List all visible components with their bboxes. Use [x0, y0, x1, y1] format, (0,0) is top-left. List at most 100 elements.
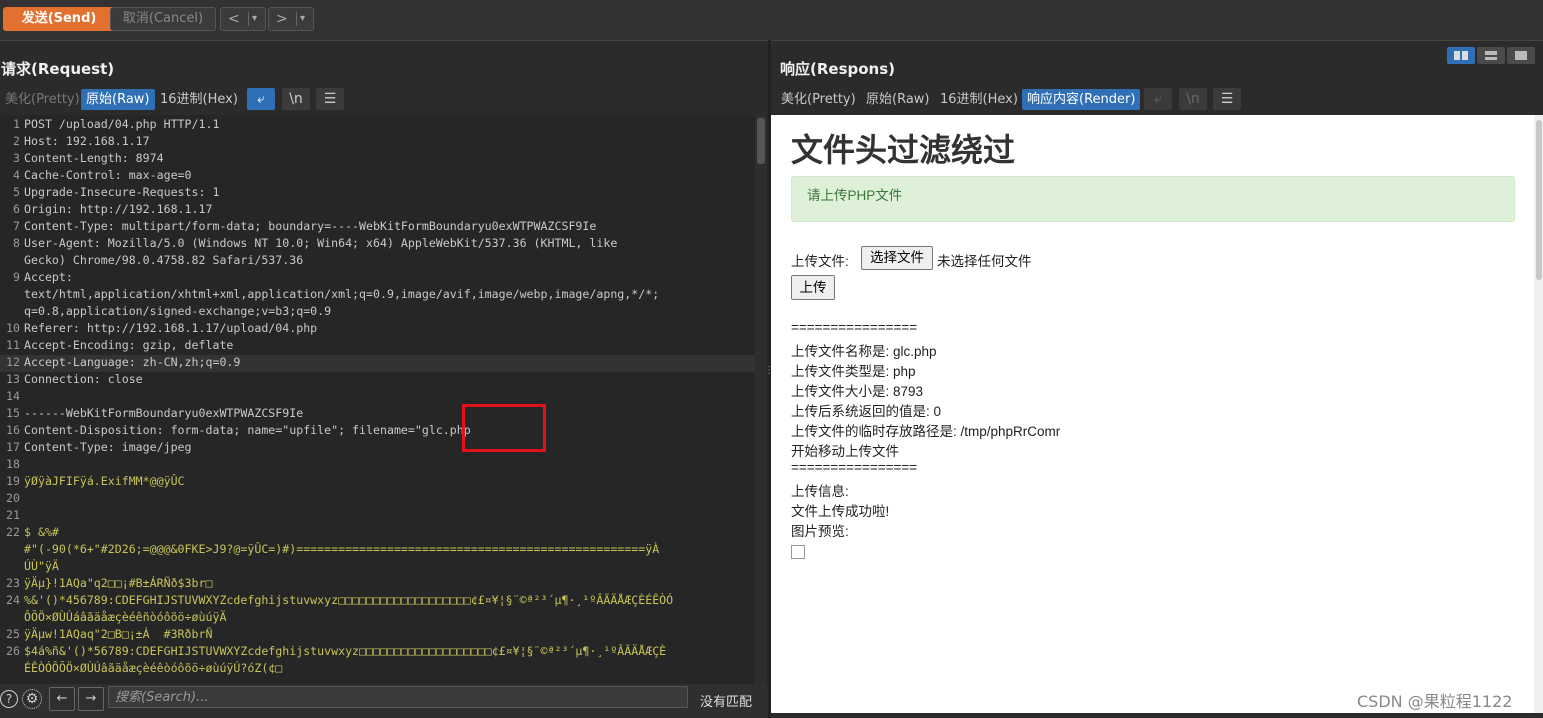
line-number: 5 [13, 185, 20, 199]
line-number: 9 [13, 270, 20, 284]
gear-icon[interactable]: ⚙ [22, 689, 42, 709]
line-number: 10 [6, 321, 20, 335]
line-number: 4 [13, 168, 20, 182]
newline-toggle[interactable]: \n [282, 88, 310, 110]
code-line[interactable]: ÿØÿàJFIFÿá.ExifMM*@@ÿÛC [24, 474, 185, 488]
render-scroll-thumb[interactable] [1536, 120, 1542, 280]
menu-icon[interactable]: ☰ [1213, 88, 1241, 110]
tab-raw[interactable]: 原始(Raw) [81, 89, 155, 110]
output-line: 上传文件名称是: glc.php [791, 344, 937, 359]
editor-scroll-thumb[interactable] [757, 118, 765, 164]
line-number: 21 [6, 508, 20, 522]
code-line[interactable]: q=0.8,application/signed-exchange;v=b3;q… [24, 304, 331, 318]
code-line[interactable]: ÿÄµ}!1AQa"q2□□¡#B±ÁRÑð$3br□ [24, 576, 212, 590]
previous-match-button[interactable]: ← [49, 687, 75, 711]
no-file-text: 未选择任何文件 [937, 254, 1032, 269]
code-line[interactable]: Accept-Encoding: gzip, deflate [24, 338, 233, 352]
dropdown-icon: ▾ [252, 13, 258, 24]
output-line: 上传文件大小是: 8793 [791, 384, 924, 399]
wrap-icon[interactable]: ⤶ [247, 88, 275, 110]
layout-side-by-side-button[interactable] [1447, 47, 1475, 64]
code-line[interactable]: Accept: [24, 270, 73, 284]
output-line: 文件上传成功啦! [791, 504, 890, 519]
code-line[interactable]: Content-Type: multipart/form-data; bound… [24, 219, 596, 233]
chevron-left-icon: < [228, 11, 240, 27]
line-number: 24 [6, 593, 20, 607]
tab-hex[interactable]: 16进制(Hex) [155, 89, 243, 110]
editor-scrollbar[interactable] [755, 115, 767, 684]
help-icon[interactable]: ? [0, 690, 18, 708]
code-line[interactable]: ÉÊÒÓÔÕÖ×ØÙÚâãäåæçèéêòóôõö÷øùúÿÚ?óZ(¢□ [24, 661, 282, 675]
code-line[interactable]: Host: 192.168.1.17 [24, 134, 150, 148]
tab-pretty[interactable]: 美化(Pretty) [0, 89, 85, 110]
code-line[interactable]: Origin: http://192.168.1.17 [24, 202, 212, 216]
back-button[interactable]: < ▾ [220, 7, 266, 31]
tab-hex[interactable]: 16进制(Hex) [935, 89, 1023, 110]
watermark: CSDN @果粒程1122 [1357, 692, 1513, 711]
code-line[interactable]: ------WebKitFormBoundaryu0exWTPWAZCSF9Ie [24, 406, 303, 420]
choose-file-button[interactable]: 选择文件 [861, 246, 933, 270]
response-title: 响应(Respons) [780, 60, 896, 78]
line-number: 14 [6, 389, 20, 403]
send-button[interactable]: 发送(Send) [3, 7, 115, 31]
code-line[interactable]: Gecko) Chrome/98.0.4758.82 Safari/537.36 [24, 253, 303, 267]
output-line: ================ [791, 460, 918, 475]
newline-toggle[interactable]: \n [1179, 88, 1207, 110]
tab-raw[interactable]: 原始(Raw) [861, 89, 935, 110]
code-line[interactable]: POST /upload/04.php HTTP/1.1 [24, 117, 219, 131]
upload-button[interactable]: 上传 [791, 275, 835, 300]
code-line[interactable]: Content-Length: 8974 [24, 151, 164, 165]
line-number: 3 [13, 151, 20, 165]
line-number: 22 [6, 525, 20, 539]
line-number: 8 [13, 236, 20, 250]
filename-highlight-box [462, 404, 546, 452]
code-line[interactable]: Upgrade-Insecure-Requests: 1 [24, 185, 219, 199]
code-line[interactable]: $4á%ñ&'()*56789:CDEFGHIJSTUVWXYZcdefghij… [24, 644, 666, 658]
forward-button[interactable]: > ▾ [268, 7, 314, 31]
code-line[interactable]: ÚÙ"ÿÄ [24, 559, 59, 573]
tab-render[interactable]: 响应内容(Render) [1022, 89, 1141, 110]
code-line[interactable]: text/html,application/xhtml+xml,applicat… [24, 287, 659, 301]
menu-icon[interactable]: ☰ [316, 88, 344, 110]
line-number: 16 [6, 423, 20, 437]
line-number: 17 [6, 440, 20, 454]
output-line: 上传信息: [791, 484, 849, 499]
line-number: 2 [13, 134, 20, 148]
code-line[interactable]: #"(-90(*6+"#2D26;=@@@&0FKE>J9?@=ÿÛC=)#)=… [24, 542, 659, 556]
output-line: 上传文件类型是: php [791, 364, 916, 379]
line-number: 7 [13, 219, 20, 233]
output-line: 上传文件的临时存放路径是: /tmp/phpRrComr [791, 424, 1061, 439]
layout-stacked-button[interactable] [1477, 47, 1505, 64]
line-number: 25 [6, 627, 20, 641]
chevron-right-icon: > [276, 11, 288, 27]
code-line[interactable]: $ &%# [24, 525, 59, 539]
output-line: 开始移动上传文件 [791, 444, 899, 459]
code-line[interactable]: Content-Type: image/jpeg [24, 440, 192, 454]
upload-label: 上传文件: [791, 254, 849, 269]
code-line[interactable]: Referer: http://192.168.1.17/upload/04.p… [24, 321, 317, 335]
output-line: 图片预览: [791, 524, 849, 539]
code-line[interactable]: ÿÄµw!1AQaq"2□B□¡±Á #3RðbrÑ [24, 627, 212, 641]
layout-single-button[interactable] [1507, 47, 1535, 64]
line-number: 18 [6, 457, 20, 471]
code-line[interactable]: Connection: close [24, 372, 143, 386]
line-number: 1 [13, 117, 20, 131]
line-number: 12 [6, 355, 20, 369]
tab-pretty[interactable]: 美化(Pretty) [776, 89, 861, 110]
code-line[interactable]: Cache-Control: max-age=0 [24, 168, 192, 182]
code-line[interactable]: User-Agent: Mozilla/5.0 (Windows NT 10.0… [24, 236, 617, 250]
code-line[interactable]: Content-Disposition: form-data; name="up… [24, 423, 471, 437]
request-editor[interactable]: 1 POST /upload/04.php HTTP/1.1 2 Host: 192.… [0, 115, 768, 684]
rendered-response: 文件头过滤绕过 请上传PHP文件 上传文件: 选择文件 未选择任何文件 上传 =… [771, 115, 1534, 713]
code-line[interactable]: ÔÕÖ×ØÙÚáâãäåæçèéêñòóôõö÷øùúÿÄ [24, 610, 226, 624]
code-line[interactable]: Accept-Language: zh-CN,zh;q=0.9 [24, 355, 240, 369]
line-number: 23 [6, 576, 20, 590]
dropdown-icon: ▾ [300, 13, 306, 24]
line-number: 13 [6, 372, 20, 386]
code-line[interactable]: %&'()*456789:CDEFGHIJSTUVWXYZcdefghijstu… [24, 593, 673, 607]
search-input[interactable]: 搜索(Search)... [108, 686, 688, 708]
next-match-button[interactable]: → [78, 687, 104, 711]
cancel-button[interactable]: 取消(Cancel) [110, 7, 216, 31]
line-number: 20 [6, 491, 20, 505]
wrap-icon[interactable]: ⤶ [1144, 88, 1172, 110]
